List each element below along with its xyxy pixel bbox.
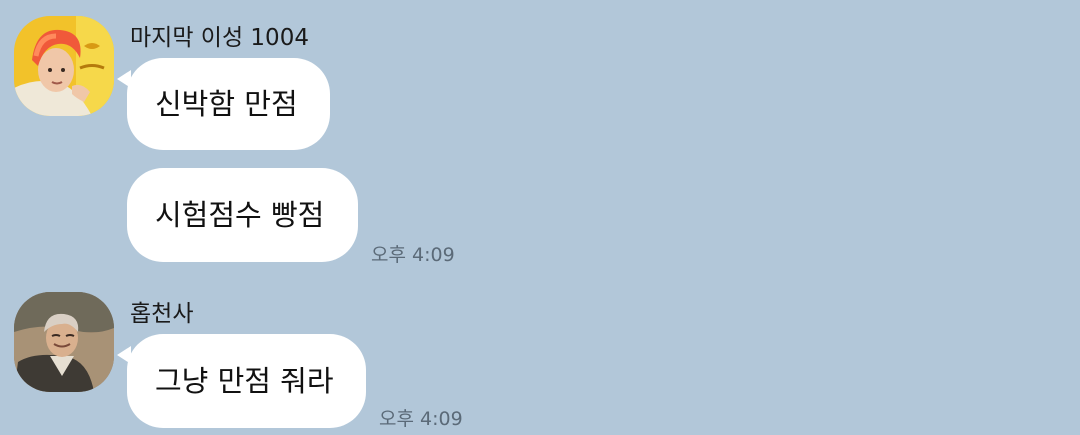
- message-bubble[interactable]: 시험점수 빵점: [127, 168, 358, 262]
- sender-avatar[interactable]: [14, 16, 114, 116]
- message-text: 시험점수 빵점: [155, 197, 325, 232]
- message-text: 신박함 만점: [155, 86, 298, 121]
- bubble-tail: [117, 70, 131, 88]
- message-bubble[interactable]: 신박함 만점: [117, 58, 330, 150]
- sender-name: 마지막 이성 1004: [130, 25, 309, 51]
- profile-photo-icon: [14, 292, 114, 392]
- message-bubble[interactable]: 그냥 만점 줘라: [117, 334, 366, 428]
- chat-room: 마지막 이성 1004 신박함 만점 시험점수 빵점 오후 4:09 홉천사 그…: [0, 0, 1080, 435]
- bubble-tail: [117, 346, 131, 364]
- profile-photo-icon: [14, 16, 114, 116]
- message-timestamp: 오후 4:09: [379, 408, 463, 430]
- sender-avatar[interactable]: [14, 292, 114, 392]
- message-timestamp: 오후 4:09: [371, 244, 455, 266]
- message-text: 그냥 만점 줘라: [155, 363, 334, 398]
- sender-name: 홉천사: [130, 301, 194, 327]
